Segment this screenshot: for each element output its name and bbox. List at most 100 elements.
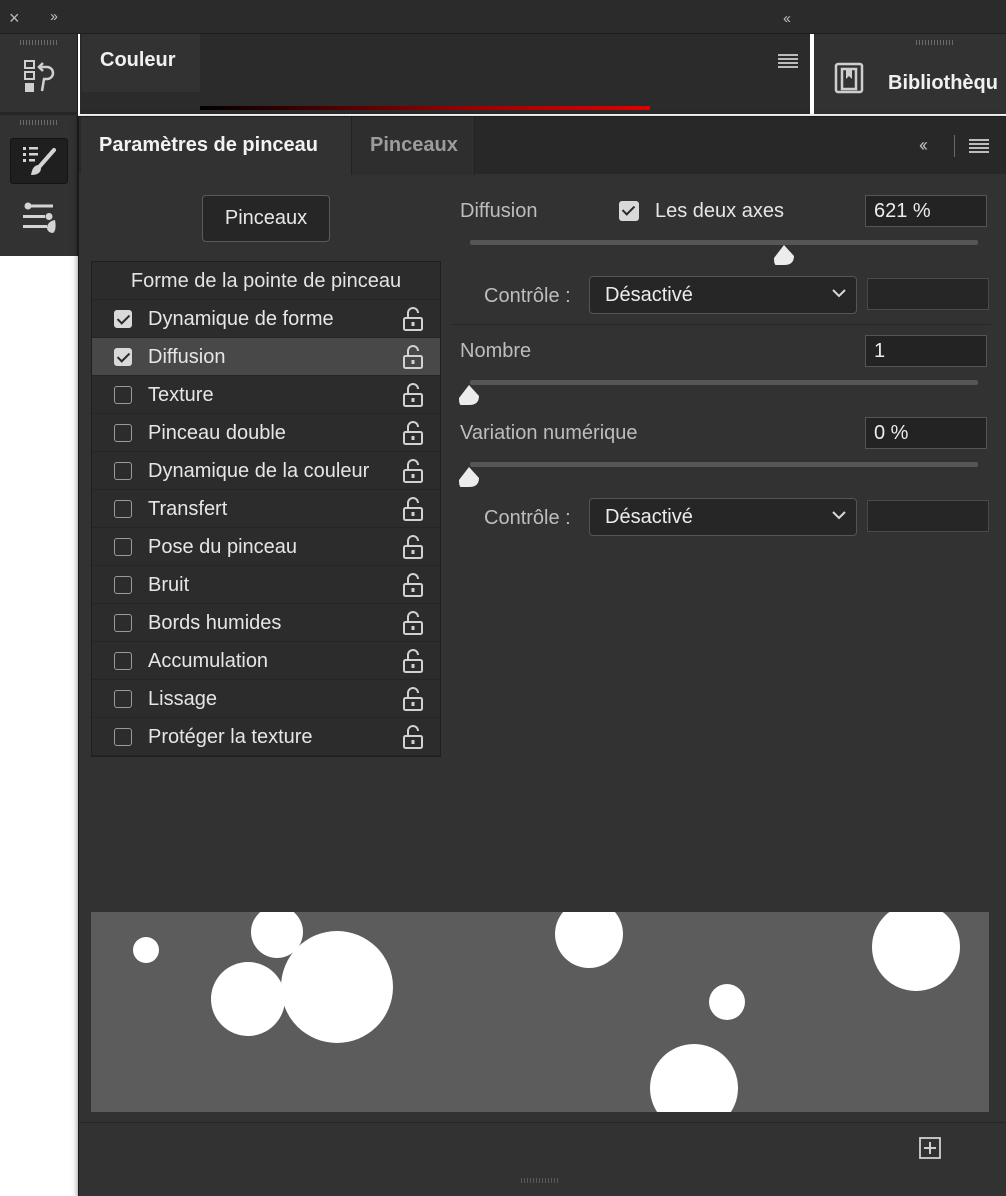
chevron-down-icon (832, 511, 846, 520)
brush-settings-button[interactable] (10, 138, 68, 184)
brushes-button[interactable]: Pinceaux (202, 195, 330, 242)
unlock-icon[interactable] (402, 420, 424, 446)
option-label: Bruit (148, 574, 190, 596)
new-preset-icon[interactable] (919, 1137, 941, 1159)
option-checkbox[interactable] (114, 728, 132, 746)
option-label: Pinceau double (148, 422, 286, 444)
option-checkbox[interactable] (114, 576, 132, 594)
history-button[interactable] (10, 54, 68, 100)
brush-option-row[interactable]: Bruit (92, 566, 440, 604)
count-jitter-slider-thumb[interactable] (457, 466, 481, 490)
tab-brushes[interactable]: Pinceaux (351, 117, 475, 175)
unlock-icon[interactable] (402, 382, 424, 408)
option-checkbox[interactable] (114, 348, 132, 366)
count-jitter-control-value: Désactivé (605, 506, 693, 528)
libraries-panel: Bibliothèqu (814, 34, 1006, 114)
brush-option-row[interactable]: Accumulation (92, 642, 440, 680)
libraries-icon[interactable] (834, 62, 868, 96)
unlock-icon[interactable] (402, 458, 424, 484)
both-axes-label: Les deux axes (655, 200, 784, 222)
resize-grip[interactable] (521, 1178, 559, 1183)
option-label: Lissage (148, 688, 217, 710)
unlock-icon[interactable] (402, 648, 424, 674)
scatter-control-label: Contrôle : (484, 285, 571, 307)
brush-option-row[interactable]: Transfert (92, 490, 440, 528)
scatter-dot (281, 931, 393, 1043)
option-checkbox[interactable] (114, 538, 132, 556)
option-checkbox[interactable] (114, 614, 132, 632)
panel-menu-icon[interactable] (778, 54, 798, 68)
unlock-icon[interactable] (402, 344, 424, 370)
count-jitter-value-field[interactable]: 0 % (865, 417, 987, 449)
divider (954, 135, 955, 157)
dock-grip[interactable] (20, 40, 58, 45)
section-divider (451, 324, 991, 325)
brush-option-row[interactable]: Dynamique de la couleur (92, 452, 440, 490)
both-axes-checkbox[interactable] (619, 201, 639, 221)
brush-options-list: Forme de la pointe de pinceau Dynamique … (91, 261, 441, 757)
scatter-value-field[interactable]: 621 % (865, 195, 987, 227)
brush-tip-shape-item[interactable]: Forme de la pointe de pinceau (92, 262, 440, 300)
option-label: Accumulation (148, 650, 269, 672)
option-checkbox[interactable] (114, 500, 132, 518)
brush-presets-button[interactable] (10, 194, 68, 240)
brush-option-row[interactable]: Lissage (92, 680, 440, 718)
count-slider-thumb[interactable] (457, 384, 481, 408)
tab-couleur[interactable]: Couleur (82, 34, 200, 92)
scatter-label: Diffusion (460, 200, 538, 222)
brush-option-row[interactable]: Pinceau double (92, 414, 440, 452)
count-label: Nombre (460, 340, 532, 362)
scatter-slider-track[interactable] (470, 240, 978, 245)
brush-option-row[interactable]: Texture (92, 376, 440, 414)
expand-panels-icon[interactable]: ›› (50, 8, 58, 25)
unlock-icon[interactable] (402, 686, 424, 712)
panel-menu-icon[interactable] (969, 139, 989, 153)
option-checkbox[interactable] (114, 652, 132, 670)
color-ramp[interactable] (200, 106, 650, 110)
option-label: Texture (148, 384, 214, 406)
brush-option-row[interactable]: Pose du pinceau (92, 528, 440, 566)
unlock-icon[interactable] (402, 572, 424, 598)
panel-grip[interactable] (916, 40, 954, 45)
unlock-icon[interactable] (402, 610, 424, 636)
unlock-icon[interactable] (402, 534, 424, 560)
option-checkbox[interactable] (114, 310, 132, 328)
tab-libraries[interactable]: Bibliothèqu (888, 72, 998, 95)
option-checkbox[interactable] (114, 386, 132, 404)
brush-option-row[interactable]: Dynamique de forme (92, 300, 440, 338)
count-jitter-control-select[interactable]: Désactivé (589, 498, 857, 536)
close-icon[interactable]: × (9, 8, 20, 29)
option-label: Dynamique de forme (148, 308, 334, 330)
count-value-field[interactable]: 1 (865, 335, 987, 367)
count-jitter-slider-track[interactable] (470, 462, 978, 467)
collapse-panels-icon[interactable]: ‹‹ (783, 10, 791, 27)
preview-canvas (133, 912, 960, 1112)
option-checkbox[interactable] (114, 462, 132, 480)
option-label: Diffusion (148, 346, 226, 368)
dock-separator (0, 112, 78, 115)
dock-grip[interactable] (20, 120, 58, 125)
collapse-icon[interactable]: ‹‹ (919, 135, 928, 156)
scatter-control-extra-field (867, 278, 989, 310)
count-jitter-control-label: Contrôle : (484, 507, 571, 529)
panel-tabbar: Paramètres de pinceau Pinceaux ‹‹ (79, 116, 1006, 175)
unlock-icon[interactable] (402, 306, 424, 332)
count-jitter-control-extra-field (867, 500, 989, 532)
option-label: Transfert (148, 498, 228, 520)
brush-option-row[interactable]: Diffusion (92, 338, 440, 376)
option-checkbox[interactable] (114, 690, 132, 708)
option-checkbox[interactable] (114, 424, 132, 442)
scatter-control-select[interactable]: Désactivé (589, 276, 857, 314)
option-label: Protéger la texture (148, 726, 313, 748)
scatter-dot (133, 937, 159, 963)
unlock-icon[interactable] (402, 724, 424, 750)
scatter-slider-thumb[interactable] (772, 244, 796, 268)
brush-option-row[interactable]: Bords humides (92, 604, 440, 642)
count-slider-track[interactable] (470, 380, 978, 385)
unlock-icon[interactable] (402, 496, 424, 522)
history-icon (24, 60, 55, 92)
tab-brush-settings[interactable]: Paramètres de pinceau (81, 117, 351, 175)
option-label: Bords humides (148, 612, 282, 634)
brush-option-row[interactable]: Protéger la texture (92, 718, 440, 756)
option-label: Pose du pinceau (148, 536, 298, 558)
